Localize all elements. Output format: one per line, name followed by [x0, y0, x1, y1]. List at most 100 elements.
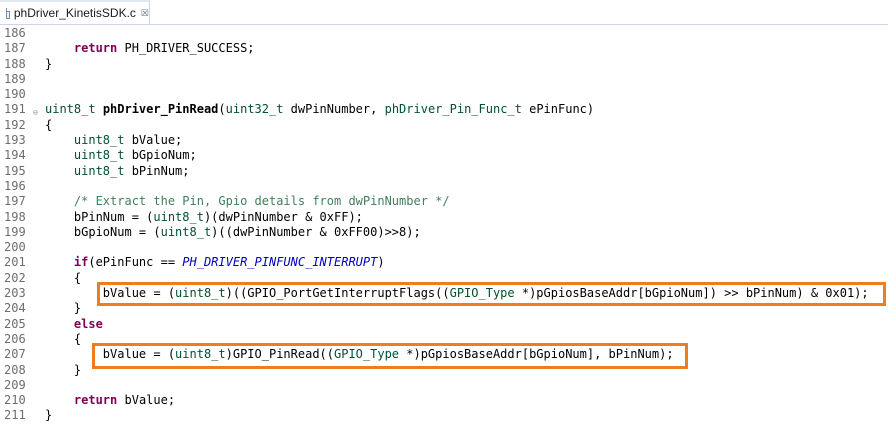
code-line-198[interactable]: 198 bPinNum = (uint8_t)(dwPinNumber & 0x… — [0, 210, 888, 225]
code-token: { — [45, 270, 82, 285]
code-line-211[interactable]: 211} — [0, 408, 888, 423]
code-editor: phDriver_KinetisSDK.c ☒ 186 187 return PH… — [0, 0, 888, 428]
code-token: uint8_t — [73, 163, 125, 178]
line-content: if(ePinFunc == PH_DRIVER_PINFUNC_INTERRU… — [45, 255, 385, 270]
code-token: GPIO_Type — [449, 286, 515, 301]
code-line-202[interactable]: 202 { — [0, 271, 888, 286]
code-line-197[interactable]: 197 /* Extract the Pin, Gpio details fro… — [0, 194, 888, 209]
tab-phdriver-kinetissdk[interactable]: phDriver_KinetisSDK.c ☒ — [0, 0, 150, 24]
code-line-192[interactable]: 192 { — [0, 118, 888, 133]
line-number: 193 — [4, 133, 26, 148]
line-number: 195 — [4, 163, 26, 178]
line-content: return PH_DRIVER_SUCCESS; — [45, 41, 255, 56]
line-number: 186 — [4, 26, 26, 40]
line-number: 205 — [4, 316, 26, 331]
code-line-194[interactable]: 194 uint8_t bGpioNum; — [0, 148, 888, 163]
code-token: )GPIO_PinRead(( — [225, 347, 334, 362]
line-content: } — [45, 363, 81, 378]
code-line-199[interactable]: 199 bGpioNum = (uint8_t)((dwPinNumber & … — [0, 225, 888, 240]
line-content: uint8_t phDriver_PinRead(uint32_t dwPinN… — [45, 102, 594, 117]
code-area[interactable]: 186 187 return PH_DRIVER_SUCCESS; 188} 189 1… — [0, 26, 888, 424]
code-line-207[interactable]: 207 bValue = (uint8_t)GPIO_PinRead((GPIO… — [0, 347, 888, 362]
line-number: 189 — [4, 71, 26, 86]
code-line-203[interactable]: 203 bValue = (uint8_t)((GPIO_PortGetInte… — [0, 286, 888, 301]
code-token: bGpioNum = ( — [45, 224, 161, 239]
code-token: } — [45, 362, 82, 377]
line-content: else — [45, 317, 103, 332]
code-token: } — [45, 408, 53, 423]
line-number: 187 — [4, 41, 26, 56]
line-number: 207 — [4, 347, 26, 362]
code-line-205[interactable]: 205 else — [0, 317, 888, 332]
line-number: 211 — [4, 408, 26, 423]
code-token: bValue; — [117, 393, 176, 408]
code-token: else — [73, 316, 103, 331]
tab-filename: phDriver_KinetisSDK.c — [13, 6, 136, 20]
line-content: /* Extract the Pin, Gpio details from dw… — [45, 194, 450, 209]
code-token: uint8_t — [160, 224, 212, 239]
line-content: bPinNum = (uint8_t)(dwPinNumber & 0xFF); — [45, 210, 363, 225]
line-number: 194 — [4, 148, 26, 163]
code-token: } — [45, 301, 82, 316]
line-number: 200 — [4, 240, 26, 255]
line-number: 210 — [4, 393, 26, 408]
code-token: bValue; — [124, 133, 183, 148]
code-token: uint8_t — [73, 148, 125, 163]
code-token: ( — [218, 102, 226, 117]
code-token: } — [45, 56, 53, 71]
code-token: uint32_t — [225, 102, 284, 117]
line-content: bValue = (uint8_t)GPIO_PinRead((GPIO_Typ… — [45, 347, 674, 362]
line-number: 201 — [4, 255, 26, 270]
line-content: { — [45, 332, 81, 347]
code-line-206[interactable]: 206 { — [0, 332, 888, 347]
code-line-201[interactable]: 201 if(ePinFunc == PH_DRIVER_PINFUNC_INT… — [0, 255, 888, 270]
line-content: } — [45, 408, 52, 423]
code-token: bValue = ( — [45, 347, 176, 362]
code-token: ) — [377, 255, 385, 270]
code-token: *)pGpiosBaseAddr[bGpioNum]) >> bPinNum) … — [514, 286, 869, 301]
line-number: 199 — [4, 224, 26, 239]
code-line-193[interactable]: 193 uint8_t bValue; — [0, 133, 888, 148]
code-line-195[interactable]: 195 uint8_t bPinNum; — [0, 164, 888, 179]
line-content: } — [45, 57, 52, 72]
close-icon[interactable]: ☒ — [141, 8, 149, 19]
code-line-187[interactable]: 187 return PH_DRIVER_SUCCESS; — [0, 41, 888, 56]
line-number: 203 — [4, 286, 26, 301]
line-content: { — [45, 118, 52, 133]
line-number: 204 — [4, 301, 26, 316]
code-token: phDriver_Pin_Func_t — [384, 102, 522, 117]
code-token: *)pGpiosBaseAddr[bGpioNum], bPinNum); — [399, 347, 674, 362]
code-line-204[interactable]: 204 } — [0, 301, 888, 316]
code-line-188[interactable]: 188} — [0, 57, 888, 72]
line-content: return bValue; — [45, 393, 175, 408]
code-line-190[interactable]: 190 — [0, 87, 888, 102]
line-number: 197 — [4, 194, 26, 209]
line-content: { — [45, 271, 81, 286]
code-line-200[interactable]: 200 — [0, 240, 888, 255]
code-line-191[interactable]: 191 ⊖ uint8_t phDriver_PinRead(uint32_t dw… — [0, 102, 888, 117]
code-line-208[interactable]: 208 } — [0, 363, 888, 378]
code-line-209[interactable]: 209 — [0, 378, 888, 393]
code-token: )((dwPinNumber & 0xFF00)>>8); — [211, 224, 421, 239]
code-line-210[interactable]: 210 return bValue; — [0, 393, 888, 408]
code-token: uint8_t — [175, 347, 226, 362]
editor-tab-bar: phDriver_KinetisSDK.c ☒ — [0, 0, 888, 25]
code-line-186[interactable]: 186 — [0, 26, 888, 41]
code-token: ePinFunc) — [521, 102, 595, 117]
code-token: bGpioNum; — [124, 148, 197, 163]
line-number: 196 — [4, 178, 26, 193]
line-content: uint8_t bValue; — [45, 133, 182, 148]
line-content: } — [45, 301, 81, 316]
code-line-196[interactable]: 196 — [0, 179, 888, 194]
line-number: 202 — [4, 270, 26, 285]
line-content: uint8_t bPinNum; — [45, 164, 190, 179]
code-token: { — [45, 331, 82, 346]
code-line-189[interactable]: 189 — [0, 72, 888, 87]
line-content: bGpioNum = (uint8_t)((dwPinNumber & 0xFF… — [45, 225, 421, 240]
